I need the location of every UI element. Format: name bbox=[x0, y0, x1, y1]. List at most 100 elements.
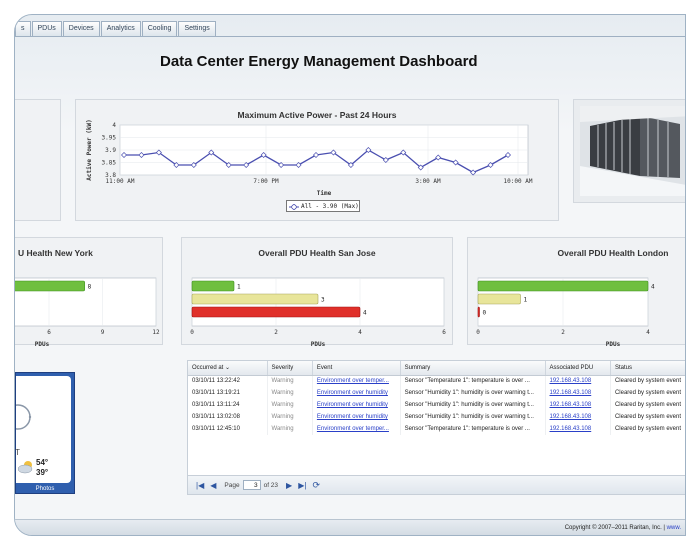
bar-value-label: 3 bbox=[321, 297, 325, 304]
clock-icon bbox=[16, 404, 32, 430]
cell-event: Environment over temper... bbox=[312, 375, 401, 387]
cell-status: Cleared by system event bbox=[610, 399, 685, 411]
chart-legend[interactable]: All - 3.90 (Max) bbox=[286, 200, 360, 212]
prev-page-icon[interactable]: ◀ bbox=[210, 481, 216, 490]
col-status[interactable]: Status bbox=[610, 361, 685, 376]
bar bbox=[191, 306, 361, 318]
tab-settings[interactable]: Settings bbox=[178, 21, 216, 36]
power-chart-panel: Maximum Active Power - Past 24 Hours 4 3.… bbox=[75, 99, 559, 221]
y-tick-label: 4 bbox=[112, 122, 116, 129]
bar bbox=[477, 280, 649, 292]
cell-summary: Sensor "Humidity 1": humidity is over wa… bbox=[400, 411, 546, 423]
cell-severity: Warning bbox=[267, 387, 313, 399]
col-severity[interactable]: Severity bbox=[267, 361, 313, 376]
y-tick-label: 3.85 bbox=[102, 160, 117, 167]
page-count: of 23 bbox=[263, 481, 279, 489]
cell-summary: Sensor "Humidity 1": humidity is over wa… bbox=[400, 399, 546, 411]
table-row[interactable]: 03/10/11 13:02:08 Warning Environment over… bbox=[188, 411, 685, 423]
cell-event-link[interactable]: Environment over temper... bbox=[317, 378, 389, 384]
cell-event: Environment over temper... bbox=[312, 423, 401, 435]
cell-occurred-at: 03/10/11 12:45:10 bbox=[188, 423, 268, 435]
nav-tabs: s PDUs Devices Analytics Cooling Setting… bbox=[15, 21, 217, 37]
cell-status: Cleared by system event bbox=[610, 411, 685, 423]
cell-associated-pdu-link[interactable]: 192.168.43.108 bbox=[550, 426, 592, 432]
cell-associated-pdu: 192.168.43.108 bbox=[545, 387, 611, 399]
temp-low: 39° bbox=[36, 468, 49, 477]
cell-associated-pdu-link[interactable]: 192.168.43.108 bbox=[550, 378, 592, 384]
bar bbox=[477, 306, 480, 318]
cell-associated-pdu: 192.168.43.108 bbox=[545, 411, 611, 423]
weather-widget[interactable]: T 54° 39° Photos bbox=[15, 372, 75, 494]
x-tick-label: 6 bbox=[442, 329, 446, 336]
page-number-input[interactable]: 3 bbox=[242, 480, 261, 490]
x-tick-label: 0 bbox=[476, 329, 480, 336]
cell-status: Cleared by system event bbox=[610, 387, 685, 399]
col-occurred-at[interactable]: Occurred at ⌄ bbox=[188, 361, 268, 376]
photos-link[interactable]: Photos bbox=[16, 486, 74, 492]
x-tick-label: 7:00 PM bbox=[253, 178, 279, 185]
server-room-photo-panel bbox=[573, 99, 685, 203]
dashboard-window: s PDUs Devices Analytics Cooling Setting… bbox=[14, 14, 686, 536]
cell-event-link[interactable]: Environment over temper... bbox=[317, 426, 389, 432]
y-axis-label: Active Power (kW) bbox=[86, 119, 93, 180]
col-event[interactable]: Event bbox=[312, 361, 401, 376]
cell-event-link[interactable]: Environment over humidity bbox=[317, 390, 388, 396]
bar bbox=[191, 280, 235, 292]
cell-status: Cleared by system event bbox=[610, 423, 685, 435]
tab-analytics[interactable]: Analytics bbox=[100, 21, 141, 36]
table-row[interactable]: 03/10/11 12:45:10 Warning Environment over… bbox=[188, 423, 685, 435]
x-tick-label: 12 bbox=[152, 329, 160, 336]
tab-pdus[interactable]: PDUs bbox=[31, 21, 62, 36]
tab-cooling[interactable]: Cooling bbox=[141, 21, 178, 36]
next-page-icon[interactable]: ▶ bbox=[286, 481, 292, 490]
bar bbox=[477, 293, 521, 305]
table-row[interactable]: 03/10/11 13:19:21 Warning Environment over… bbox=[188, 387, 685, 399]
cell-event: Environment over humidity bbox=[312, 411, 401, 423]
table-row[interactable]: 03/10/11 13:11:24 Warning Environment over… bbox=[188, 399, 685, 411]
col-associated-pdu[interactable]: Associated PDU bbox=[545, 361, 611, 376]
cell-associated-pdu: 192.168.43.108 bbox=[545, 399, 611, 411]
cell-occurred-at: 03/10/11 13:02:08 bbox=[188, 411, 268, 423]
health-sj-panel: Overall PDU Health San Jose 0 2 4 6 PDUs 1 3 4 bbox=[181, 237, 453, 346]
legend-label: All - 3.90 (Max) bbox=[301, 203, 359, 210]
cell-summary: Sensor "Temperature 1": temperature is o… bbox=[400, 375, 546, 387]
cell-event-link[interactable]: Environment over humidity bbox=[317, 414, 388, 420]
cell-associated-pdu-link[interactable]: 192.168.43.108 bbox=[550, 402, 592, 408]
table-header-row: Occurred at ⌄ Severity Event Summary Ass… bbox=[188, 361, 685, 376]
x-axis-label: PDUs bbox=[35, 341, 50, 346]
legend-marker-icon bbox=[289, 204, 299, 210]
health-london-chart: 0 2 4 PDUs 4 1 0 bbox=[476, 277, 655, 346]
weather-inner: T 54° 39° bbox=[15, 376, 71, 483]
refresh-icon[interactable]: ⟳ bbox=[312, 480, 320, 491]
x-axis-label: Time bbox=[317, 190, 332, 197]
x-tick-label: 10:00 AM bbox=[504, 178, 533, 185]
raritan-link[interactable]: www. bbox=[667, 525, 681, 531]
y-tick-label: 3.9 bbox=[105, 147, 116, 154]
server-rack-photo bbox=[580, 106, 685, 196]
x-tick-label: 3:00 AM bbox=[415, 178, 441, 185]
cell-summary: Sensor "Temperature 1": temperature is o… bbox=[400, 423, 546, 435]
cell-associated-pdu: 192.168.43.108 bbox=[545, 375, 611, 387]
x-axis-label: PDUs bbox=[606, 341, 621, 346]
last-page-icon[interactable]: ▶| bbox=[298, 481, 306, 490]
bar bbox=[15, 280, 85, 292]
left-partial-panel bbox=[15, 99, 61, 221]
tab-partial[interactable]: s bbox=[15, 21, 31, 36]
bar-value-label: 1 bbox=[524, 297, 528, 304]
health-london-panel: Overall PDU Health London 0 2 4 PDUs 4 1 0 bbox=[467, 237, 685, 346]
cell-event-link[interactable]: Environment over humidity bbox=[317, 402, 388, 408]
cell-status: Cleared by system event bbox=[610, 375, 685, 387]
table-row[interactable]: 03/10/11 13:22:42 Warning Environment over… bbox=[188, 375, 685, 387]
sort-desc-icon: ⌄ bbox=[225, 365, 231, 372]
col-summary[interactable]: Summary bbox=[400, 361, 546, 376]
cell-event: Environment over humidity bbox=[312, 399, 401, 411]
cell-occurred-at: 03/10/11 13:11:24 bbox=[188, 399, 268, 411]
copyright-text: Copyright © 2007–2011 Raritan, Inc. | bbox=[564, 525, 665, 531]
cell-severity: Warning bbox=[267, 375, 313, 387]
first-page-icon[interactable]: |◀ bbox=[196, 481, 204, 490]
cell-associated-pdu-link[interactable]: 192.168.43.108 bbox=[550, 414, 592, 420]
x-tick-label: 0 bbox=[190, 329, 194, 336]
tab-devices[interactable]: Devices bbox=[62, 21, 100, 36]
cell-occurred-at: 03/10/11 13:19:21 bbox=[188, 387, 268, 399]
cell-associated-pdu-link[interactable]: 192.168.43.108 bbox=[550, 390, 592, 396]
